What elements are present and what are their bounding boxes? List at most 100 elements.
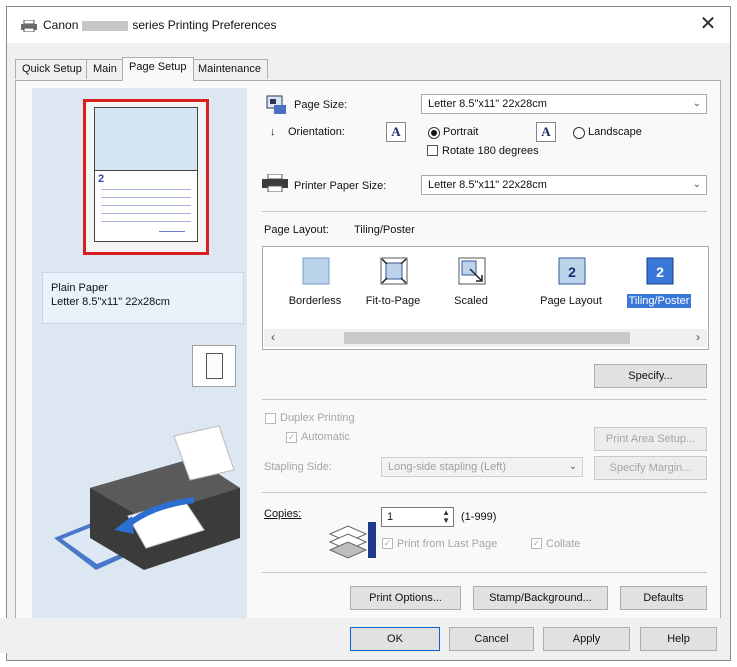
specify-button[interactable]: Specify...	[594, 364, 707, 388]
portrait-radio[interactable]	[428, 127, 440, 139]
defaults-button[interactable]: Defaults	[620, 586, 707, 610]
close-button[interactable]: ✕	[696, 13, 720, 37]
printer-paper-size-value: Letter 8.5"x11" 22x28cm	[428, 179, 547, 191]
layout-item-label: Scaled	[454, 295, 488, 307]
tab-page-setup[interactable]: Page Setup	[122, 57, 194, 81]
layout-item-page-layout[interactable]: 2 Page Layout	[527, 253, 615, 313]
copies-stepper[interactable]: 1 ▲ ▼	[381, 507, 454, 527]
window-title: Canon series Printing Preferences	[43, 18, 276, 32]
print-area-setup-button[interactable]: Print Area Setup...	[594, 427, 707, 451]
tab-quick-setup[interactable]: Quick Setup	[15, 59, 89, 79]
chevron-down-icon: ⌄	[568, 461, 577, 472]
print-from-last-page-checkbox[interactable]: ✓	[382, 538, 393, 549]
collate-checkbox[interactable]: ✓	[531, 538, 542, 549]
layout-item-scaled[interactable]: Scaled	[427, 253, 515, 313]
page-size-value: Letter 8.5"x11" 22x28cm	[428, 98, 547, 110]
automatic-checkbox[interactable]: ✓	[286, 432, 297, 443]
preview-text-line	[101, 221, 191, 222]
printer-paper-size-icon	[262, 174, 288, 192]
separator	[262, 211, 707, 212]
specify-margin-button[interactable]: Specify Margin...	[594, 456, 707, 480]
page-layout-icon: 2	[558, 257, 586, 285]
page-size-icon	[266, 95, 286, 114]
preview-page-top	[94, 107, 198, 171]
fit-to-page-icon	[380, 257, 408, 285]
preview-text-line	[101, 213, 191, 214]
paper-orientation-preview	[192, 345, 236, 387]
orientation-label: Orientation:	[288, 126, 345, 138]
borderless-icon	[302, 257, 330, 285]
title-suffix: series Printing Preferences	[132, 18, 277, 32]
printer-paper-size-label: Printer Paper Size:	[294, 180, 387, 192]
page-size-label: Page Size:	[294, 99, 348, 111]
layout-item-tiling-poster[interactable]: 2 Tiling/Poster	[615, 253, 703, 313]
stapling-side-value: Long-side stapling (Left)	[388, 461, 507, 473]
layout-item-label: Page Layout	[540, 295, 602, 307]
print-options-button[interactable]: Print Options...	[350, 586, 461, 610]
apply-button[interactable]: Apply	[543, 627, 630, 651]
paper-info-box: Plain Paper Letter 8.5"x11" 22x28cm	[42, 272, 244, 324]
landscape-label[interactable]: Landscape	[588, 126, 642, 138]
page-layout-value: Tiling/Poster	[354, 224, 415, 236]
stepper-arrows-icon[interactable]: ▲ ▼	[442, 509, 450, 525]
layout-scrollbar[interactable]: ‹ ›	[264, 329, 707, 347]
scroll-left-icon[interactable]: ‹	[266, 330, 280, 344]
title-prefix: Canon	[43, 18, 79, 32]
collate-label: Collate	[546, 538, 581, 550]
layout-item-fit-to-page[interactable]: Fit-to-Page	[349, 253, 437, 313]
chevron-down-icon: ⌄	[692, 179, 701, 190]
page-layout-label: Page Layout:	[264, 224, 329, 236]
automatic-label: Automatic	[301, 431, 350, 443]
paper-size-info: Letter 8.5"x11" 22x28cm	[51, 296, 170, 308]
sheet-icon	[206, 353, 223, 379]
separator	[262, 572, 707, 573]
layout-item-borderless[interactable]: Borderless	[271, 253, 359, 313]
svg-text:2: 2	[656, 264, 664, 280]
stapling-side-label: Stapling Side:	[264, 461, 332, 473]
stamp-background-button[interactable]: Stamp/Background...	[473, 586, 608, 610]
copies-stack-icon	[328, 522, 376, 559]
copies-label: Copies:	[264, 508, 302, 520]
page-layout-list: Borderless Fit-to-Page Scaled 2 Page Lay…	[262, 246, 709, 350]
separator	[262, 492, 707, 493]
orientation-bullet: ↓	[270, 126, 276, 138]
help-button[interactable]: Help	[640, 627, 717, 651]
ok-button[interactable]: OK	[350, 627, 440, 651]
printer-paper-size-select[interactable]: Letter 8.5"x11" 22x28cm ⌄	[421, 175, 707, 195]
copies-range: (1-999)	[461, 511, 497, 523]
preview-text-line	[101, 189, 191, 190]
printer-illustration	[54, 425, 240, 570]
paper-type: Plain Paper	[51, 282, 108, 294]
scaled-icon	[458, 257, 486, 285]
landscape-radio[interactable]	[573, 127, 585, 139]
svg-text:2: 2	[568, 264, 576, 280]
scroll-thumb[interactable]	[344, 332, 630, 344]
printer-icon	[21, 20, 37, 32]
preview-text-line	[159, 231, 185, 232]
page-size-select[interactable]: Letter 8.5"x11" 22x28cm ⌄	[421, 94, 707, 114]
tab-main[interactable]: Main	[86, 59, 124, 79]
landscape-icon: A	[536, 122, 556, 142]
scroll-right-icon[interactable]: ›	[691, 330, 705, 344]
stapling-side-select[interactable]: Long-side stapling (Left) ⌄	[381, 457, 583, 477]
duplex-printing-checkbox[interactable]	[265, 413, 276, 424]
chevron-down-icon: ⌄	[692, 98, 701, 109]
tiling-poster-icon: 2	[646, 257, 674, 285]
print-from-last-page-label: Print from Last Page	[397, 538, 498, 550]
rotate-180-checkbox[interactable]	[427, 145, 438, 156]
copies-value[interactable]: 1	[387, 511, 393, 523]
preview-text-line	[101, 205, 191, 206]
preview-page-bottom: 2	[94, 171, 198, 242]
tab-maintenance[interactable]: Maintenance	[191, 59, 268, 79]
separator	[262, 399, 707, 400]
preview-text-line	[101, 197, 191, 198]
layout-item-label: Tiling/Poster	[626, 294, 692, 308]
cancel-button[interactable]: Cancel	[449, 627, 534, 651]
preview-page-number: 2	[98, 173, 105, 185]
title-bar: Canon series Printing Preferences ✕	[7, 7, 730, 43]
portrait-label[interactable]: Portrait	[443, 126, 478, 138]
portrait-icon: A	[386, 122, 406, 142]
rotate-180-label[interactable]: Rotate 180 degrees	[442, 145, 539, 157]
layout-preview: 2	[83, 99, 209, 255]
layout-item-label: Fit-to-Page	[365, 295, 421, 307]
